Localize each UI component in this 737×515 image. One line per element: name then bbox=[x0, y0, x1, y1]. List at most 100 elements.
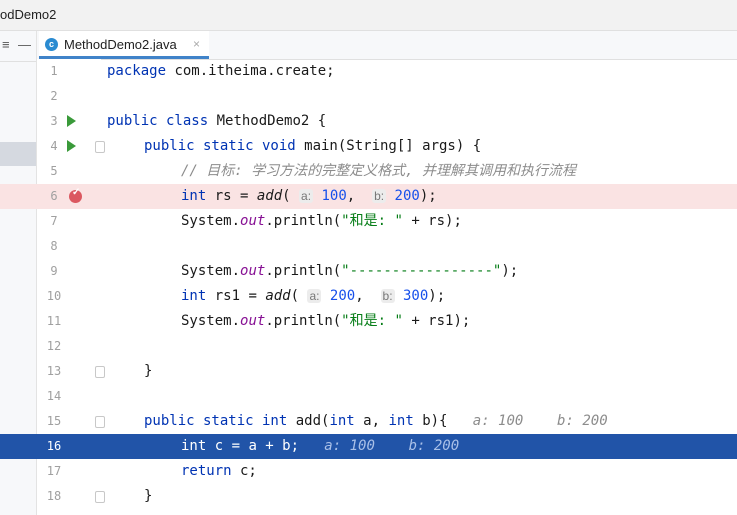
number-literal: 100 bbox=[321, 188, 347, 204]
keyword: package bbox=[107, 63, 167, 79]
line-number: 3 bbox=[50, 114, 58, 128]
run-method-icon[interactable] bbox=[67, 140, 76, 152]
code-text[interactable]: System.out.println("和是: " + rs1); bbox=[181, 309, 470, 334]
code-token: rs = bbox=[206, 188, 257, 204]
code-line-17: 17 return c; bbox=[0, 459, 737, 484]
keyword: int bbox=[181, 288, 207, 304]
code-text[interactable]: return c; bbox=[181, 459, 257, 484]
code-comment[interactable]: // 目标: 学习方法的完整定义格式, 并理解其调用和执行流程 bbox=[181, 159, 576, 184]
line-number: 10 bbox=[46, 289, 62, 303]
keyword: int bbox=[329, 413, 355, 429]
code-token: ); bbox=[501, 263, 519, 279]
code-line-5: 5 // 目标: 学习方法的完整定义格式, 并理解其调用和执行流程 bbox=[0, 159, 737, 184]
fold-icon[interactable] bbox=[95, 491, 105, 503]
tab-methoddemo2[interactable]: c MethodDemo2.java × bbox=[39, 31, 209, 59]
code-line-9: 9 System.out.println("-----------------"… bbox=[0, 259, 737, 284]
window-title: odDemo2 bbox=[0, 7, 57, 22]
code-text[interactable]: public static int add(int a, int b){ a: … bbox=[144, 409, 608, 434]
code-line-1: 1 package com.itheima.create; bbox=[0, 59, 737, 84]
code-text[interactable]: } bbox=[144, 359, 152, 384]
code-line-7: 7 System.out.println("和是: " + rs); bbox=[0, 209, 737, 234]
code-text[interactable]: public static void main(String[] args) { bbox=[144, 134, 481, 159]
debug-inline-values: a: 100 b: 200 bbox=[299, 438, 460, 454]
line-number: 1 bbox=[50, 64, 58, 78]
code-line-4: 4 public static void main(String[] args)… bbox=[0, 134, 737, 159]
code-token: c = a + b; bbox=[206, 438, 300, 454]
keyword: int bbox=[181, 188, 207, 204]
number-literal: 300 bbox=[402, 288, 429, 304]
java-class-icon: c bbox=[45, 38, 58, 51]
code-token: , bbox=[355, 288, 381, 304]
code-token: main(String[] args) { bbox=[295, 138, 482, 154]
fold-icon[interactable] bbox=[95, 141, 105, 153]
code-text[interactable]: int c = a + b; a: 100 b: 200 bbox=[181, 434, 459, 459]
line-number: 16 bbox=[46, 439, 62, 453]
code-line-16-execution-point: 16 int c = a + b; a: 100 b: 200 bbox=[0, 434, 737, 459]
line-number: 15 bbox=[46, 414, 62, 428]
panel-menu-icon[interactable]: ≡ bbox=[2, 37, 10, 52]
tab-label: MethodDemo2.java bbox=[64, 37, 177, 52]
line-number: 7 bbox=[50, 214, 58, 228]
string-literal: "和是: " bbox=[341, 313, 403, 329]
code-token: ); bbox=[419, 188, 437, 204]
code-token: System. bbox=[181, 313, 241, 329]
number-literal: 200 bbox=[329, 288, 356, 304]
code-line-6-breakpoint: 6 int rs = add( a: 100, b: 200); bbox=[0, 184, 737, 209]
code-line-10: 10 int rs1 = add( a: 200, b: 300); bbox=[0, 284, 737, 309]
code-token: System. bbox=[181, 263, 241, 279]
number-literal: 200 bbox=[394, 188, 420, 204]
line-number: 8 bbox=[50, 239, 58, 253]
code-text[interactable]: int rs = add( a: 100, b: 200); bbox=[181, 184, 437, 209]
line-number: 13 bbox=[46, 364, 62, 378]
fold-icon[interactable] bbox=[95, 416, 105, 428]
line-number: 6 bbox=[50, 189, 58, 203]
code-token: .println( bbox=[265, 313, 342, 329]
code-line-12: 12 bbox=[0, 334, 737, 359]
code-token: add( bbox=[287, 413, 330, 429]
code-token: System. bbox=[181, 213, 241, 229]
param-hint: a: bbox=[307, 289, 322, 303]
code-token: .println( bbox=[265, 263, 342, 279]
editor-tabs: c MethodDemo2.java × bbox=[37, 31, 737, 60]
code-text[interactable]: int rs1 = add( a: 200, b: 300); bbox=[181, 284, 445, 309]
code-line-11: 11 System.out.println("和是: " + rs1); bbox=[0, 309, 737, 334]
code-line-15: 15 public static int add(int a, int b){ … bbox=[0, 409, 737, 434]
method-call: add bbox=[265, 288, 291, 304]
keyword: int bbox=[388, 413, 414, 429]
line-number: 18 bbox=[46, 489, 62, 503]
code-line-8: 8 bbox=[0, 234, 737, 259]
run-class-icon[interactable] bbox=[67, 115, 76, 127]
code-text[interactable]: public class MethodDemo2 { bbox=[107, 109, 326, 134]
code-text[interactable]: } bbox=[144, 484, 152, 509]
code-token: rs1 = bbox=[206, 288, 266, 304]
code-line-14: 14 bbox=[0, 384, 737, 409]
line-number: 14 bbox=[46, 389, 62, 403]
code-token: ( bbox=[282, 188, 300, 204]
code-token: + rs); bbox=[402, 213, 462, 229]
close-icon[interactable]: × bbox=[193, 37, 200, 51]
method-call: add bbox=[256, 188, 283, 204]
line-number: 2 bbox=[50, 89, 58, 103]
collapse-icon[interactable]: — bbox=[18, 37, 31, 52]
param-hint: b: bbox=[372, 189, 387, 203]
keyword: int bbox=[181, 438, 207, 454]
line-number: 4 bbox=[50, 139, 58, 153]
line-number: 12 bbox=[46, 339, 62, 353]
code-line-18: 18 } bbox=[0, 484, 737, 509]
line-number: 9 bbox=[50, 264, 58, 278]
line-number: 5 bbox=[50, 164, 58, 178]
keyword: return bbox=[181, 463, 232, 479]
static-field: out bbox=[240, 313, 266, 329]
window-titlebar: odDemo2 bbox=[0, 0, 737, 31]
line-number: 17 bbox=[46, 464, 62, 478]
param-hint: a: bbox=[299, 189, 314, 203]
keyword: public static void bbox=[144, 138, 296, 154]
code-text[interactable]: System.out.println("和是: " + rs); bbox=[181, 209, 462, 234]
breakpoint-icon[interactable] bbox=[69, 187, 82, 203]
code-text[interactable]: System.out.println("-----------------"); bbox=[181, 259, 518, 284]
code-text[interactable]: package com.itheima.create; bbox=[107, 59, 335, 84]
code-token: c; bbox=[231, 463, 257, 479]
static-field: out bbox=[240, 213, 266, 229]
debug-inline-values: a: 100 b: 200 bbox=[447, 413, 608, 429]
fold-icon[interactable] bbox=[95, 366, 105, 378]
